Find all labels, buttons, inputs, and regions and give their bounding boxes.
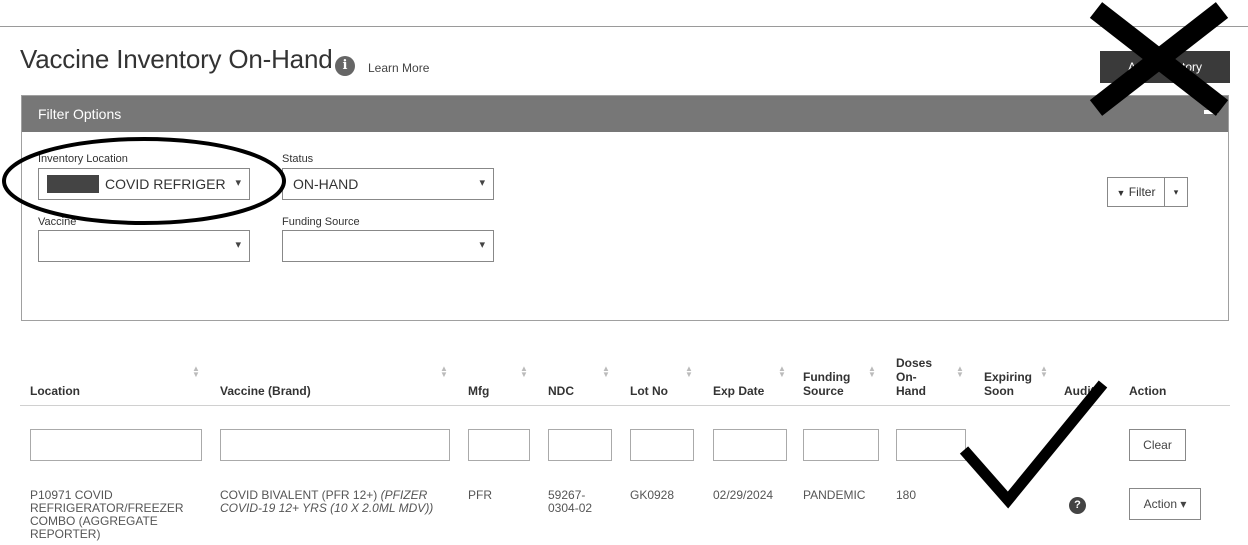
sort-icon[interactable]: ▲ ▼ (520, 365, 528, 379)
cell-location: P10971 COVID REFRIGERATOR/FREEZER COMBO … (30, 489, 184, 541)
sort-icon[interactable]: ▲ ▼ (192, 365, 200, 379)
inventory-location-value: COVID REFRIGER (105, 176, 226, 192)
filter-panel: Filter Options (21, 95, 1229, 321)
cell-exp-date: 02/29/2024 (713, 488, 774, 502)
exp-date-filter-input[interactable] (713, 429, 787, 461)
chevron-down-icon: ▾ (235, 239, 241, 251)
funding-filter-input[interactable] (803, 429, 879, 461)
top-divider (0, 26, 1248, 27)
cell-ndc: 59267- 0304-02 (548, 489, 592, 515)
info-icon[interactable]: i (335, 56, 355, 76)
header-line: Expiring (984, 370, 1033, 384)
sort-icon[interactable]: ▲ ▼ (778, 365, 786, 379)
minus-icon[interactable] (1204, 110, 1218, 114)
vaccine-select[interactable]: ▾ (38, 230, 250, 262)
mfg-filter-input[interactable] (468, 429, 530, 461)
cell-doses: 180 (896, 488, 917, 502)
status-value: ON-HAND (293, 176, 359, 192)
page-title: Vaccine Inventory On-Hand (20, 44, 333, 74)
sort-icon[interactable]: ▲ ▼ (685, 365, 693, 379)
cell-lot: GK0928 (630, 488, 675, 502)
column-header-action: Action (1129, 384, 1167, 398)
ndc-filter-input[interactable] (548, 429, 612, 461)
learn-more-link[interactable]: Learn More (368, 61, 429, 75)
cell-line: 0304-02 (548, 501, 593, 515)
column-header-audit[interactable]: Audit (1064, 384, 1095, 398)
inventory-location-label: Inventory Location (38, 153, 128, 165)
filter-header-label: Filter Options (38, 106, 122, 122)
inventory-location-select[interactable]: COVID REFRIGER ▾ (38, 168, 250, 200)
vaccine-brand-detail: COVID-19 12+ YRS (10 X 2.0ML MDV)) (220, 501, 434, 515)
column-header-mfg[interactable]: Mfg (468, 384, 489, 398)
chevron-down-icon: ▾ (235, 177, 241, 189)
sort-icon[interactable]: ▲ ▼ (868, 365, 876, 379)
vaccine-name: COVID BIVALENT (PFR 12+) (220, 488, 378, 502)
funding-source-select[interactable]: ▾ (282, 230, 494, 262)
header-line: Hand (896, 384, 926, 398)
column-header-lot[interactable]: Lot No (630, 384, 668, 398)
header-line: Soon (984, 384, 1014, 398)
chevron-down-icon: ▾ (479, 239, 485, 251)
column-header-vaccine[interactable]: Vaccine (Brand) (220, 384, 311, 398)
header-line: Source (803, 384, 844, 398)
column-header-expiring-soon[interactable]: Expiring Soon (984, 370, 1032, 398)
header-divider (20, 405, 1230, 406)
funding-source-label: Funding Source (282, 216, 360, 228)
vaccine-label: Vaccine (38, 216, 77, 228)
column-header-ndc[interactable]: NDC (548, 384, 574, 398)
sort-icon[interactable]: ▲ ▼ (602, 365, 610, 379)
column-header-funding-source[interactable]: Funding Source (803, 370, 850, 398)
column-header-doses[interactable]: Doses On- Hand (896, 356, 932, 398)
question-icon[interactable]: ? (1069, 497, 1086, 514)
clear-button[interactable]: Clear (1129, 429, 1186, 461)
filter-header[interactable]: Filter Options (22, 96, 1228, 132)
filter-button-label: Filter (1128, 185, 1156, 199)
header-line: On- (896, 370, 917, 384)
cell-vaccine: COVID BIVALENT (PFR 12+) (PFIZER COVID-1… (220, 489, 455, 515)
status-label: Status (282, 153, 314, 165)
cell-mfg: PFR (468, 488, 492, 502)
filter-button[interactable]: ▼ Filter (1107, 177, 1165, 207)
chevron-down-icon: ▾ (479, 177, 485, 189)
cell-funding: PANDEMIC (803, 488, 866, 502)
location-filter-input[interactable] (30, 429, 202, 461)
sort-icon[interactable]: ▲ ▼ (1040, 365, 1048, 379)
sort-icon[interactable]: ▲ ▼ (440, 365, 448, 379)
vaccine-filter-input[interactable] (220, 429, 450, 461)
vaccine-brand: (PFIZER (380, 488, 428, 502)
filter-dropdown-toggle[interactable]: ▾ (1165, 177, 1188, 207)
funnel-icon: ▼ (1116, 188, 1126, 198)
add-inventory-button[interactable]: Add Inventory (1100, 51, 1230, 83)
redacted-block (47, 175, 99, 193)
action-button[interactable]: Action ▾ (1129, 488, 1201, 520)
sort-icon[interactable]: ▲ ▼ (956, 365, 964, 379)
column-header-location[interactable]: Location (30, 384, 80, 398)
column-header-exp-date[interactable]: Exp Date (713, 384, 764, 398)
check-mark (959, 380, 1108, 509)
status-select[interactable]: ON-HAND ▾ (282, 168, 494, 200)
lot-filter-input[interactable] (630, 429, 694, 461)
header-line: Doses (896, 356, 933, 370)
cell-line: REPORTER) (30, 527, 101, 541)
doses-filter-input[interactable] (896, 429, 966, 461)
header-line: Funding (803, 370, 851, 384)
